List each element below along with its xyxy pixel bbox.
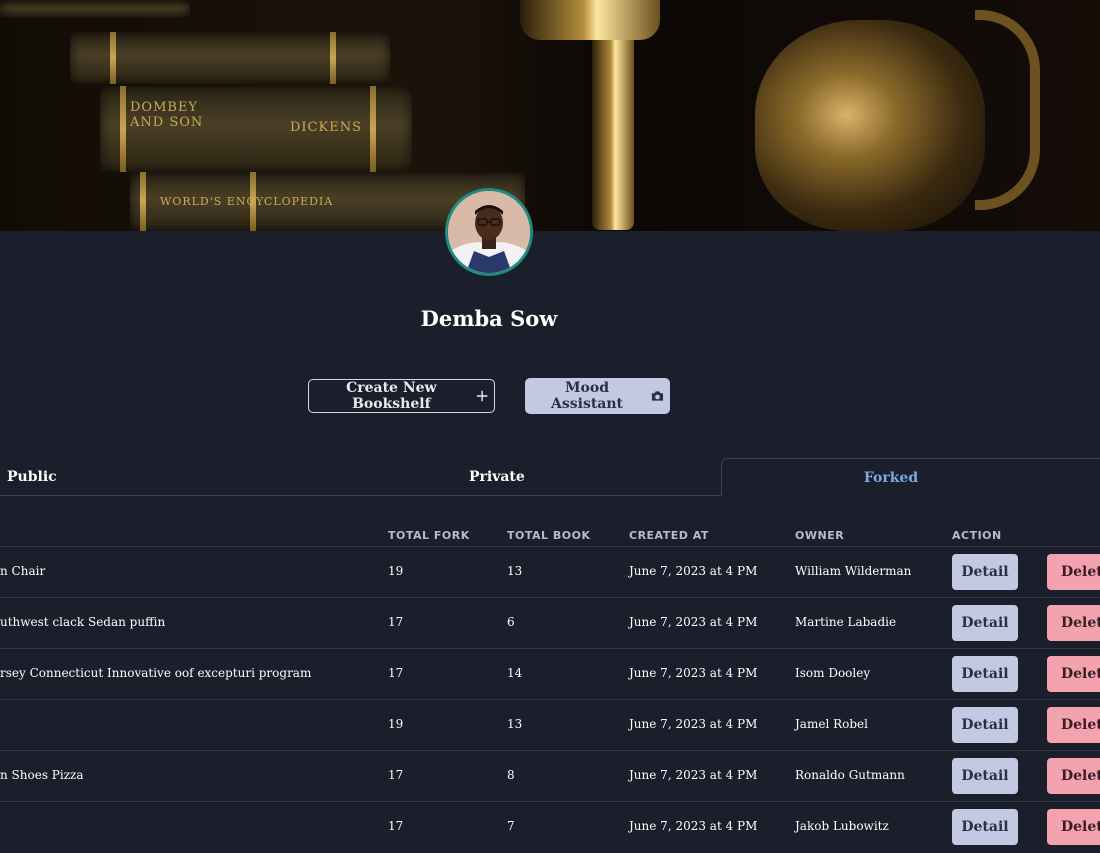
delete-button[interactable]: Delete (1047, 707, 1100, 743)
detail-button[interactable]: Detail (952, 605, 1018, 641)
owner-value: Martine Labadie (795, 615, 897, 629)
plus-icon (476, 390, 488, 402)
profile-banner-image: DOMBEY AND SON DICKENS WORLD'S ENCYCLOPE… (0, 0, 1100, 231)
avatar (445, 188, 533, 276)
banner-lamp-top (520, 0, 660, 40)
table-row: n Chair 19 13 June 7, 2023 at 4 PM Willi… (0, 546, 1100, 598)
created-at-value: June 7, 2023 at 4 PM (629, 615, 758, 629)
avatar-portrait (448, 191, 530, 273)
tab-public[interactable]: Public (7, 458, 57, 495)
created-at-value: June 7, 2023 at 4 PM (629, 666, 758, 680)
created-at-value: June 7, 2023 at 4 PM (629, 564, 758, 578)
banner-pitcher-handle (975, 10, 1040, 210)
total-book-value: 13 (507, 564, 523, 578)
banner-book-title: WORLD'S ENCYCLOPEDIA (160, 195, 334, 208)
column-header-owner: OWNER (795, 529, 845, 542)
banner-lamp (592, 30, 634, 230)
detail-button[interactable]: Detail (952, 656, 1018, 692)
total-fork-value: 19 (388, 717, 404, 731)
bookshelf-tabs: Public Private Forked (0, 458, 1100, 496)
table-row: 19 13 June 7, 2023 at 4 PM Jamel Robel D… (0, 699, 1100, 751)
total-book-value: 14 (507, 666, 523, 680)
banner-book: DOMBEY AND SON DICKENS (100, 86, 412, 172)
bookshelf-name: rsey Connecticut Innovative oof exceptur… (0, 666, 312, 680)
column-header-total-book: TOTAL BOOK (507, 529, 591, 542)
banner-book (0, 0, 190, 18)
banner-book-title: DOMBEY AND SON (130, 100, 204, 130)
owner-value: Ronaldo Gutmann (795, 768, 905, 782)
created-at-value: June 7, 2023 at 4 PM (629, 768, 758, 782)
mood-assistant-button[interactable]: Mood Assistant (525, 378, 670, 414)
total-book-value: 13 (507, 717, 523, 731)
tabs-divider (0, 495, 721, 496)
delete-button[interactable]: Delete (1047, 554, 1100, 590)
bookshelf-name: n Shoes Pizza (0, 768, 84, 782)
total-fork-value: 17 (388, 768, 404, 782)
detail-button[interactable]: Detail (952, 758, 1018, 794)
delete-button[interactable]: Delete (1047, 656, 1100, 692)
create-new-bookshelf-button[interactable]: Create New Bookshelf (308, 379, 495, 413)
owner-value: Jamel Robel (795, 717, 868, 731)
total-fork-value: 17 (388, 819, 404, 833)
tab-forked[interactable]: Forked (721, 458, 1100, 496)
table-row: rsey Connecticut Innovative oof exceptur… (0, 648, 1100, 700)
profile-name: Demba Sow (420, 306, 558, 331)
banner-book-title: DICKENS (290, 120, 362, 135)
banner-pitcher (755, 20, 985, 231)
created-at-value: June 7, 2023 at 4 PM (629, 819, 758, 833)
banner-book (70, 32, 390, 84)
table-row: uthwest clack Sedan puffin 17 6 June 7, … (0, 597, 1100, 649)
total-fork-value: 17 (388, 615, 404, 629)
table-row: n Shoes Pizza 17 8 June 7, 2023 at 4 PM … (0, 750, 1100, 802)
owner-value: William Wilderman (795, 564, 912, 578)
table-row: 17 7 June 7, 2023 at 4 PM Jakob Lubowitz… (0, 801, 1100, 853)
total-book-value: 7 (507, 819, 515, 833)
detail-button[interactable]: Detail (952, 809, 1018, 845)
created-at-value: June 7, 2023 at 4 PM (629, 717, 758, 731)
column-header-created-at: CREATED AT (629, 529, 709, 542)
bookshelf-name: uthwest clack Sedan puffin (0, 615, 166, 629)
total-book-value: 6 (507, 615, 515, 629)
bookshelf-name: n Chair (0, 564, 46, 578)
delete-button[interactable]: Delete (1047, 605, 1100, 641)
owner-value: Isom Dooley (795, 666, 871, 680)
column-header-action: ACTION (952, 529, 1002, 542)
total-fork-value: 17 (388, 666, 404, 680)
tab-private[interactable]: Private (469, 458, 525, 495)
owner-value: Jakob Lubowitz (795, 819, 889, 833)
total-book-value: 8 (507, 768, 515, 782)
delete-button[interactable]: Delete (1047, 758, 1100, 794)
create-new-bookshelf-label: Create New Bookshelf (346, 380, 437, 412)
camera-icon (651, 391, 664, 401)
detail-button[interactable]: Detail (952, 707, 1018, 743)
total-fork-value: 19 (388, 564, 404, 578)
detail-button[interactable]: Detail (952, 554, 1018, 590)
mood-assistant-label: Mood Assistant (551, 380, 624, 412)
column-header-total-fork: TOTAL FORK (388, 529, 470, 542)
delete-button[interactable]: Delete (1047, 809, 1100, 845)
